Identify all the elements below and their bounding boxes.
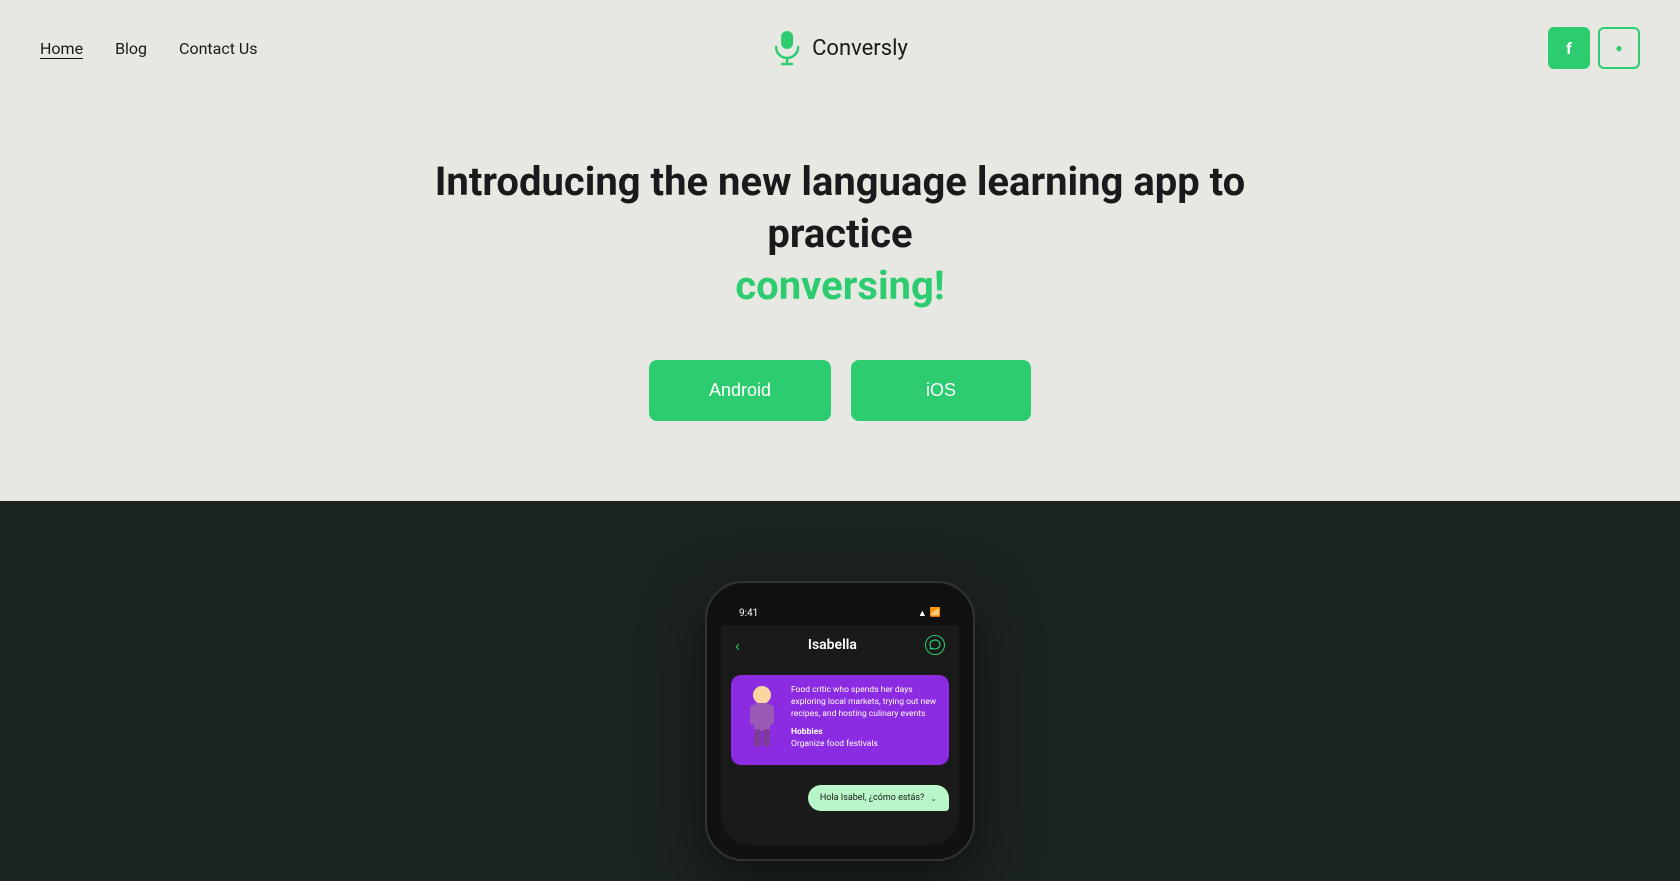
profile-avatar bbox=[741, 685, 783, 755]
profile-text: Food critic who spends her days explorin… bbox=[791, 685, 939, 755]
brand-name: Conversly bbox=[812, 36, 908, 61]
hero-title: Introducing the new language learning ap… bbox=[390, 156, 1290, 312]
android-button[interactable]: Android bbox=[649, 360, 831, 421]
hero-buttons: Android iOS bbox=[649, 360, 1031, 421]
facebook-icon: f bbox=[1566, 39, 1572, 58]
nav-blog[interactable]: Blog bbox=[115, 39, 147, 58]
nav-contact[interactable]: Contact Us bbox=[179, 39, 258, 58]
facebook-button[interactable]: f bbox=[1548, 27, 1590, 69]
phone-app-header: ‹ Isabella bbox=[721, 625, 959, 665]
contact-name: Isabella bbox=[740, 637, 925, 653]
navbar: Home Blog Contact Us Conversly f ● bbox=[0, 0, 1680, 96]
phone-time: 9:41 bbox=[739, 608, 758, 619]
chat-bubble-text: Hola Isabel, ¿cómo estás? bbox=[820, 793, 924, 803]
chevron-down-icon: ⌄ bbox=[930, 794, 937, 803]
phone-status-bar: 9:41 ▲ 📶 bbox=[721, 597, 959, 625]
instagram-button[interactable]: ● bbox=[1598, 27, 1640, 69]
profile-card: Food critic who spends her days explorin… bbox=[731, 675, 949, 765]
ios-button[interactable]: iOS bbox=[851, 360, 1031, 421]
mic-icon bbox=[772, 30, 802, 66]
profile-description: Food critic who spends her days explorin… bbox=[791, 685, 939, 721]
phone-content: Food critic who spends her days explorin… bbox=[721, 665, 959, 845]
chat-icon[interactable] bbox=[925, 635, 945, 655]
dark-section: 9:41 ▲ 📶 ‹ Isabella bbox=[0, 501, 1680, 881]
brand-logo: Conversly bbox=[772, 30, 908, 66]
hero-section: Introducing the new language learning ap… bbox=[0, 96, 1680, 501]
hero-title-line1: Introducing the new language learning ap… bbox=[435, 158, 1246, 257]
hero-title-line2: conversing! bbox=[735, 262, 944, 309]
instagram-icon: ● bbox=[1615, 41, 1622, 55]
hobbies-value: Organize food festivals bbox=[791, 739, 939, 749]
phone-outer: 9:41 ▲ 📶 ‹ Isabella bbox=[705, 581, 975, 861]
phone-inner: 9:41 ▲ 📶 ‹ Isabella bbox=[721, 597, 959, 845]
nav-home[interactable]: Home bbox=[40, 39, 83, 58]
hobbies-label: Hobbies bbox=[791, 727, 939, 737]
nav-social: f ● bbox=[1548, 27, 1640, 69]
chat-bubble: Hola Isabel, ¿cómo estás? ⌄ bbox=[808, 785, 949, 811]
phone-signal: ▲ 📶 bbox=[918, 608, 941, 619]
phone-mockup: 9:41 ▲ 📶 ‹ Isabella bbox=[705, 581, 975, 861]
nav-left: Home Blog Contact Us bbox=[40, 39, 258, 58]
phone-notch bbox=[808, 605, 868, 621]
chat-area: Hola Isabel, ¿cómo estás? ⌄ bbox=[731, 775, 949, 811]
